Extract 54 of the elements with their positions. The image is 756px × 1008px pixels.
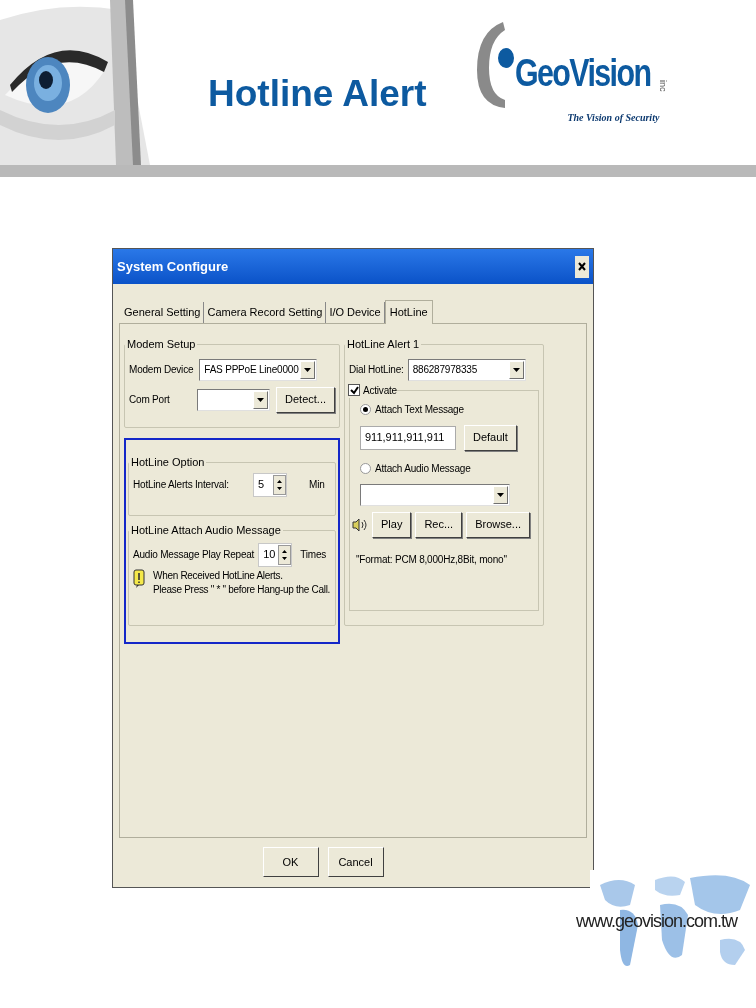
- field-label: Audio Message Play Repeat: [133, 548, 255, 562]
- logo-suffix: inc: [657, 80, 670, 92]
- dialog-button[interactable]: Browse...: [466, 511, 530, 538]
- warning-icon: [133, 568, 145, 589]
- field-label: Times: [300, 548, 327, 562]
- field-label: Min: [309, 478, 325, 492]
- dropdown-arrow-icon: [497, 492, 504, 497]
- dialog-button[interactable]: Detect...: [276, 386, 335, 413]
- window-title: System Configure: [117, 257, 229, 276]
- speaker-icon: [352, 516, 368, 533]
- slide-title: Hotline Alert: [208, 72, 427, 116]
- spin-arrows-icon[interactable]: [278, 544, 292, 565]
- text-field[interactable]: 911,911,911,911: [360, 425, 456, 450]
- dialog-button[interactable]: Default: [464, 424, 517, 451]
- close-button[interactable]: [575, 255, 589, 278]
- dialog-button[interactable]: Play: [372, 511, 412, 538]
- dropdown-arrow-icon: [512, 367, 520, 372]
- radio-button[interactable]: [360, 462, 371, 474]
- dialog-button[interactable]: OK: [262, 847, 319, 877]
- tab[interactable]: Camera Record Setting: [204, 302, 327, 323]
- field-label: Modem Device: [129, 363, 194, 377]
- dropdown-field[interactable]: [360, 483, 510, 506]
- website-url: www.geovision.com.tw: [576, 910, 738, 933]
- tab[interactable]: I/O Device: [326, 302, 385, 323]
- dialog-button[interactable]: Rec...: [415, 511, 463, 538]
- dropdown-arrow-icon: [257, 397, 265, 402]
- dropdown-field[interactable]: 886287978335: [407, 358, 526, 381]
- tab[interactable]: General Setting: [121, 302, 205, 323]
- dropdown-arrow-icon: [304, 367, 312, 372]
- logo-mark-icon: [474, 20, 515, 110]
- warning-note: When Received HotLine Alerts. Please Press " * " before Hang-up the Call.: [153, 568, 331, 597]
- format-note: "Format: PCM 8,000Hz,8Bit, mono": [356, 553, 507, 565]
- logo-wordmark: GeoVision: [514, 51, 650, 96]
- radio-button[interactable]: [360, 403, 371, 415]
- field-label: Dial HotLine:: [349, 363, 404, 377]
- number-field[interactable]: 10: [258, 542, 293, 567]
- spin-arrows-icon[interactable]: [273, 474, 286, 495]
- checkbox[interactable]: [348, 384, 360, 396]
- dialog-button[interactable]: Cancel: [327, 847, 384, 877]
- group-title: HotLine Alert 1: [346, 337, 421, 352]
- group-title: HotLine Option: [130, 455, 206, 470]
- dropdown-field[interactable]: FAS PPPoE Line0000: [199, 358, 318, 381]
- dropdown-field[interactable]: [197, 388, 271, 411]
- close-icon: [578, 262, 586, 271]
- checkbox-label: Activate: [363, 383, 397, 398]
- field-label: HotLine Alerts Interval:: [133, 478, 230, 492]
- logo-tagline: The Vision of Security: [567, 111, 660, 125]
- tab[interactable]: HotLine: [384, 300, 433, 324]
- group-title: Modem Setup: [126, 337, 197, 352]
- radio-label: Attach Audio Message: [375, 461, 471, 476]
- radio-label: Attach Text Message: [375, 402, 464, 417]
- field-label: Com Port: [129, 393, 171, 407]
- number-field[interactable]: 5: [253, 472, 287, 497]
- group-title: HotLine Attach Audio Message: [130, 523, 282, 538]
